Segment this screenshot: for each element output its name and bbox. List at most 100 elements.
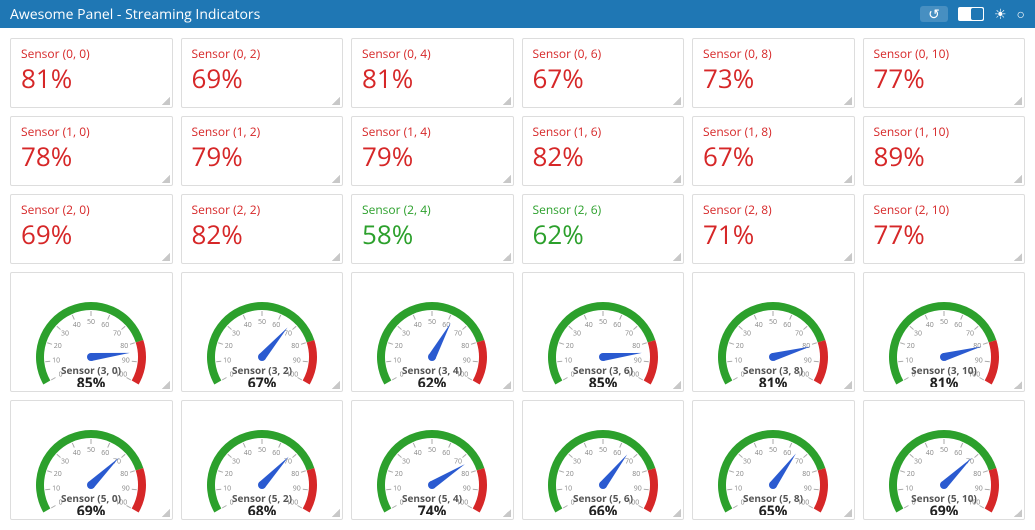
number-indicator: Sensor (1, 4)79% bbox=[351, 116, 514, 186]
resize-handle-icon[interactable] bbox=[503, 381, 511, 389]
resize-handle-icon[interactable] bbox=[1014, 509, 1022, 517]
svg-text:70: 70 bbox=[625, 458, 633, 467]
resize-handle-icon[interactable] bbox=[844, 253, 852, 261]
gauge-indicator: 0102030405060708090100 Sensor (3, 0) 85% bbox=[10, 272, 173, 392]
number-indicator: Sensor (1, 0)78% bbox=[10, 116, 173, 186]
resize-handle-icon[interactable] bbox=[332, 509, 340, 517]
svg-text:60: 60 bbox=[272, 449, 280, 458]
svg-text:60: 60 bbox=[954, 321, 962, 330]
resize-handle-icon[interactable] bbox=[673, 509, 681, 517]
svg-text:70: 70 bbox=[454, 330, 462, 339]
number-indicator: Sensor (0, 8)73% bbox=[692, 38, 855, 108]
svg-text:80: 80 bbox=[462, 470, 470, 479]
gauge-value: 65% bbox=[759, 502, 788, 515]
svg-text:60: 60 bbox=[101, 321, 109, 330]
resize-handle-icon[interactable] bbox=[503, 175, 511, 183]
svg-text:30: 30 bbox=[573, 330, 581, 339]
page-title: Awesome Panel - Streaming Indicators bbox=[10, 5, 260, 24]
undo-icon[interactable]: ↺ bbox=[920, 6, 948, 22]
svg-text:70: 70 bbox=[284, 330, 292, 339]
gauge-indicator: 0102030405060708090100 Sensor (3, 6) 85% bbox=[522, 272, 685, 392]
gauge-indicator: 0102030405060708090100 Sensor (5, 0) 69% bbox=[10, 400, 173, 520]
busy-indicator-toggle[interactable] bbox=[958, 7, 984, 21]
number-indicator: Sensor (1, 6)82% bbox=[522, 116, 685, 186]
svg-text:20: 20 bbox=[54, 342, 62, 351]
svg-text:20: 20 bbox=[224, 342, 232, 351]
resize-handle-icon[interactable] bbox=[162, 509, 170, 517]
number-indicator: Sensor (0, 6)67% bbox=[522, 38, 685, 108]
svg-text:30: 30 bbox=[743, 458, 751, 467]
svg-text:80: 80 bbox=[803, 470, 811, 479]
gauge-value: 85% bbox=[77, 374, 106, 387]
indicator-value: 78% bbox=[21, 138, 162, 174]
svg-text:40: 40 bbox=[73, 449, 81, 458]
resize-handle-icon[interactable] bbox=[844, 509, 852, 517]
indicator-value: 79% bbox=[192, 138, 333, 174]
svg-text:40: 40 bbox=[244, 449, 252, 458]
gauge-value: 81% bbox=[759, 374, 788, 387]
number-indicator: Sensor (0, 2)69% bbox=[181, 38, 344, 108]
svg-text:60: 60 bbox=[613, 449, 621, 458]
svg-text:10: 10 bbox=[223, 357, 231, 366]
resize-handle-icon[interactable] bbox=[503, 509, 511, 517]
gauge-value: 85% bbox=[588, 374, 617, 387]
resize-handle-icon[interactable] bbox=[1014, 253, 1022, 261]
svg-text:20: 20 bbox=[224, 470, 232, 479]
resize-handle-icon[interactable] bbox=[673, 175, 681, 183]
svg-text:20: 20 bbox=[54, 470, 62, 479]
indicator-value: 81% bbox=[21, 60, 162, 96]
svg-text:20: 20 bbox=[395, 342, 403, 351]
resize-handle-icon[interactable] bbox=[332, 381, 340, 389]
number-indicator: Sensor (0, 0)81% bbox=[10, 38, 173, 108]
svg-text:30: 30 bbox=[914, 458, 922, 467]
svg-text:10: 10 bbox=[223, 485, 231, 494]
svg-text:90: 90 bbox=[804, 485, 812, 494]
svg-text:30: 30 bbox=[61, 458, 69, 467]
svg-text:30: 30 bbox=[61, 330, 69, 339]
svg-text:40: 40 bbox=[244, 321, 252, 330]
svg-text:30: 30 bbox=[743, 330, 751, 339]
resize-handle-icon[interactable] bbox=[1014, 97, 1022, 105]
gauge-value: 66% bbox=[588, 502, 617, 515]
theme-icon[interactable]: ☀ bbox=[994, 5, 1007, 24]
resize-handle-icon[interactable] bbox=[673, 253, 681, 261]
resize-handle-icon[interactable] bbox=[1014, 175, 1022, 183]
indicator-value: 81% bbox=[362, 60, 503, 96]
resize-handle-icon[interactable] bbox=[503, 97, 511, 105]
resize-handle-icon[interactable] bbox=[844, 97, 852, 105]
resize-handle-icon[interactable] bbox=[162, 175, 170, 183]
svg-text:30: 30 bbox=[914, 330, 922, 339]
resize-handle-icon[interactable] bbox=[332, 175, 340, 183]
svg-text:90: 90 bbox=[293, 485, 301, 494]
svg-text:60: 60 bbox=[954, 449, 962, 458]
gauge-indicator: 0102030405060708090100 Sensor (5, 2) 68% bbox=[181, 400, 344, 520]
number-indicator: Sensor (0, 10)77% bbox=[863, 38, 1026, 108]
resize-handle-icon[interactable] bbox=[844, 381, 852, 389]
resize-handle-icon[interactable] bbox=[332, 253, 340, 261]
number-indicator: Sensor (0, 4)81% bbox=[351, 38, 514, 108]
svg-text:40: 40 bbox=[585, 449, 593, 458]
resize-handle-icon[interactable] bbox=[673, 381, 681, 389]
gauge-indicator: 0102030405060708090100 Sensor (5, 10) 69… bbox=[863, 400, 1026, 520]
resize-handle-icon[interactable] bbox=[332, 97, 340, 105]
resize-handle-icon[interactable] bbox=[673, 97, 681, 105]
svg-text:10: 10 bbox=[393, 485, 401, 494]
resize-handle-icon[interactable] bbox=[162, 253, 170, 261]
svg-text:40: 40 bbox=[414, 321, 422, 330]
number-indicator: Sensor (2, 6)62% bbox=[522, 194, 685, 264]
fullscreen-icon[interactable]: ○ bbox=[1017, 5, 1025, 24]
resize-handle-icon[interactable] bbox=[503, 253, 511, 261]
app-header: Awesome Panel - Streaming Indicators ↺ ☀… bbox=[0, 0, 1035, 28]
svg-text:20: 20 bbox=[395, 470, 403, 479]
svg-text:80: 80 bbox=[291, 342, 299, 351]
svg-text:30: 30 bbox=[232, 330, 240, 339]
gauge-indicator: 0102030405060708090100 Sensor (3, 4) 62% bbox=[351, 272, 514, 392]
gauge-value: 69% bbox=[77, 502, 106, 515]
resize-handle-icon[interactable] bbox=[162, 97, 170, 105]
resize-handle-icon[interactable] bbox=[162, 381, 170, 389]
main-content: Sensor (0, 0)81%Sensor (0, 2)69%Sensor (… bbox=[0, 28, 1035, 530]
resize-handle-icon[interactable] bbox=[844, 175, 852, 183]
number-indicator: Sensor (1, 10)89% bbox=[863, 116, 1026, 186]
resize-handle-icon[interactable] bbox=[1014, 381, 1022, 389]
svg-text:50: 50 bbox=[258, 318, 266, 327]
